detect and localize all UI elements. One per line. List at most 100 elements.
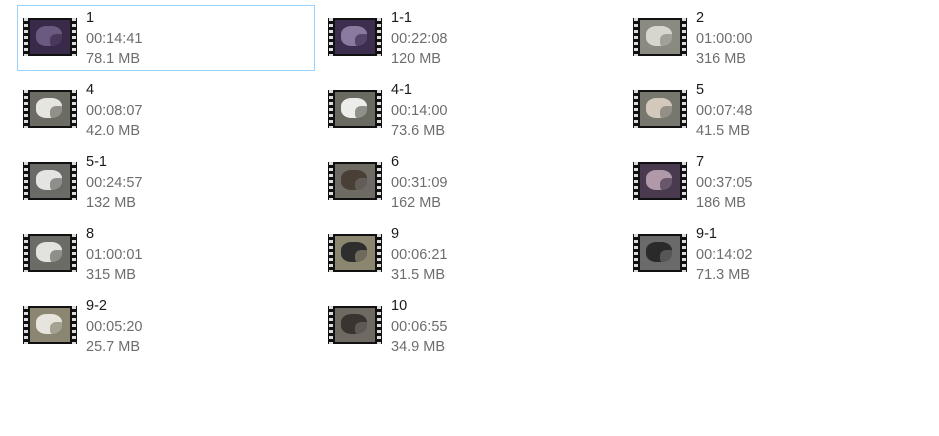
film-strip-right bbox=[682, 234, 686, 272]
video-file-item[interactable]: 9-2 00:05:20 25.7 MB bbox=[17, 293, 315, 359]
film-strip-right bbox=[377, 162, 381, 200]
file-duration: 00:06:21 bbox=[391, 246, 448, 263]
film-strip-right bbox=[72, 162, 76, 200]
file-grid: 1 00:14:41 78.1 MB 1-1 00:22:08 120 MB 2 01:00:… bbox=[0, 0, 939, 436]
file-size: 71.3 MB bbox=[696, 267, 750, 283]
video-thumbnail-icon bbox=[328, 18, 382, 56]
file-details: 9-1 00:14:02 71.3 MB bbox=[696, 224, 752, 286]
thumbnail-content bbox=[660, 106, 676, 120]
thumbnail-content bbox=[355, 322, 371, 336]
file-name: 7 bbox=[696, 154, 705, 170]
video-file-item[interactable]: 1 00:14:41 78.1 MB bbox=[17, 5, 315, 71]
file-details: 9-2 00:05:20 25.7 MB bbox=[86, 296, 142, 358]
film-strip-left bbox=[24, 306, 28, 344]
video-file-item[interactable]: 5-1 00:24:57 132 MB bbox=[17, 149, 315, 215]
thumbnail-frame bbox=[335, 20, 375, 54]
video-file-item[interactable]: 4 00:08:07 42.0 MB bbox=[17, 77, 315, 143]
film-strip-left bbox=[634, 18, 638, 56]
file-name: 4 bbox=[86, 82, 95, 98]
file-size: 120 MB bbox=[391, 51, 441, 67]
video-thumbnail-icon bbox=[23, 306, 77, 344]
file-size: 25.7 MB bbox=[86, 339, 140, 355]
file-details: 2 01:00:00 316 MB bbox=[696, 8, 752, 70]
thumbnail-content bbox=[50, 34, 66, 48]
video-file-item[interactable]: 4-1 00:14:00 73.6 MB bbox=[322, 77, 620, 143]
thumbnail-frame bbox=[335, 308, 375, 342]
film-strip-right bbox=[377, 234, 381, 272]
thumbnail-content bbox=[355, 250, 371, 264]
video-file-item[interactable]: 5 00:07:48 41.5 MB bbox=[627, 77, 925, 143]
file-name: 8 bbox=[86, 226, 95, 242]
file-size: 162 MB bbox=[391, 195, 441, 211]
video-file-item[interactable]: 6 00:31:09 162 MB bbox=[322, 149, 620, 215]
file-duration: 00:14:41 bbox=[86, 30, 143, 47]
file-size: 78.1 MB bbox=[86, 51, 140, 67]
film-strip-right bbox=[377, 18, 381, 56]
video-file-item[interactable]: 8 01:00:01 315 MB bbox=[17, 221, 315, 287]
film-strip-left bbox=[634, 234, 638, 272]
file-details: 4-1 00:14:00 73.6 MB bbox=[391, 80, 447, 142]
thumbnail-frame bbox=[640, 20, 680, 54]
file-size: 73.6 MB bbox=[391, 123, 445, 139]
thumbnail-frame bbox=[335, 92, 375, 126]
film-strip-left bbox=[24, 90, 28, 128]
file-name: 5 bbox=[696, 82, 705, 98]
thumbnail-frame bbox=[30, 308, 70, 342]
file-duration: 00:24:57 bbox=[86, 174, 143, 191]
video-thumbnail-icon bbox=[328, 306, 382, 344]
file-duration: 00:31:09 bbox=[391, 174, 448, 191]
film-strip-right bbox=[72, 90, 76, 128]
film-strip-right bbox=[72, 234, 76, 272]
file-name: 1-1 bbox=[391, 10, 412, 26]
thumbnail-content bbox=[355, 34, 371, 48]
file-details: 1-1 00:22:08 120 MB bbox=[391, 8, 447, 70]
film-strip-right bbox=[682, 18, 686, 56]
video-thumbnail-icon bbox=[633, 18, 687, 56]
video-file-item[interactable]: 2 01:00:00 316 MB bbox=[627, 5, 925, 71]
video-file-item[interactable]: 9 00:06:21 31.5 MB bbox=[322, 221, 620, 287]
file-duration: 00:05:20 bbox=[86, 318, 143, 335]
thumbnail-frame bbox=[335, 236, 375, 270]
video-thumbnail-icon bbox=[328, 90, 382, 128]
thumbnail-frame bbox=[335, 164, 375, 198]
thumbnail-content bbox=[355, 178, 371, 192]
file-size: 316 MB bbox=[696, 51, 746, 67]
video-file-item[interactable]: 10 00:06:55 34.9 MB bbox=[322, 293, 620, 359]
file-name: 4-1 bbox=[391, 82, 412, 98]
film-strip-left bbox=[24, 18, 28, 56]
thumbnail-frame bbox=[640, 236, 680, 270]
file-details: 8 01:00:01 315 MB bbox=[86, 224, 142, 286]
video-thumbnail-icon bbox=[328, 162, 382, 200]
video-thumbnail-icon bbox=[633, 162, 687, 200]
film-strip-right bbox=[377, 90, 381, 128]
thumbnail-content bbox=[660, 178, 676, 192]
thumbnail-frame bbox=[30, 236, 70, 270]
film-strip-left bbox=[329, 306, 333, 344]
file-size: 42.0 MB bbox=[86, 123, 140, 139]
video-thumbnail-icon bbox=[23, 162, 77, 200]
file-details: 9 00:06:21 31.5 MB bbox=[391, 224, 447, 286]
file-details: 1 00:14:41 78.1 MB bbox=[86, 8, 142, 70]
file-size: 132 MB bbox=[86, 195, 136, 211]
file-duration: 01:00:01 bbox=[86, 246, 143, 263]
video-thumbnail-icon bbox=[633, 234, 687, 272]
thumbnail-content bbox=[660, 34, 676, 48]
video-file-item[interactable]: 9-1 00:14:02 71.3 MB bbox=[627, 221, 925, 287]
file-name: 9-2 bbox=[86, 298, 107, 314]
film-strip-left bbox=[329, 18, 333, 56]
file-details: 6 00:31:09 162 MB bbox=[391, 152, 447, 214]
file-size: 315 MB bbox=[86, 267, 136, 283]
video-file-item[interactable]: 7 00:37:05 186 MB bbox=[627, 149, 925, 215]
file-size: 34.9 MB bbox=[391, 339, 445, 355]
file-details: 7 00:37:05 186 MB bbox=[696, 152, 752, 214]
file-name: 9 bbox=[391, 226, 400, 242]
thumbnail-frame bbox=[30, 92, 70, 126]
thumbnail-frame bbox=[640, 92, 680, 126]
video-file-item[interactable]: 1-1 00:22:08 120 MB bbox=[322, 5, 620, 71]
file-duration: 00:22:08 bbox=[391, 30, 448, 47]
file-details: 5 00:07:48 41.5 MB bbox=[696, 80, 752, 142]
video-thumbnail-icon bbox=[23, 18, 77, 56]
film-strip-left bbox=[329, 90, 333, 128]
file-name: 6 bbox=[391, 154, 400, 170]
thumbnail-content bbox=[355, 106, 371, 120]
